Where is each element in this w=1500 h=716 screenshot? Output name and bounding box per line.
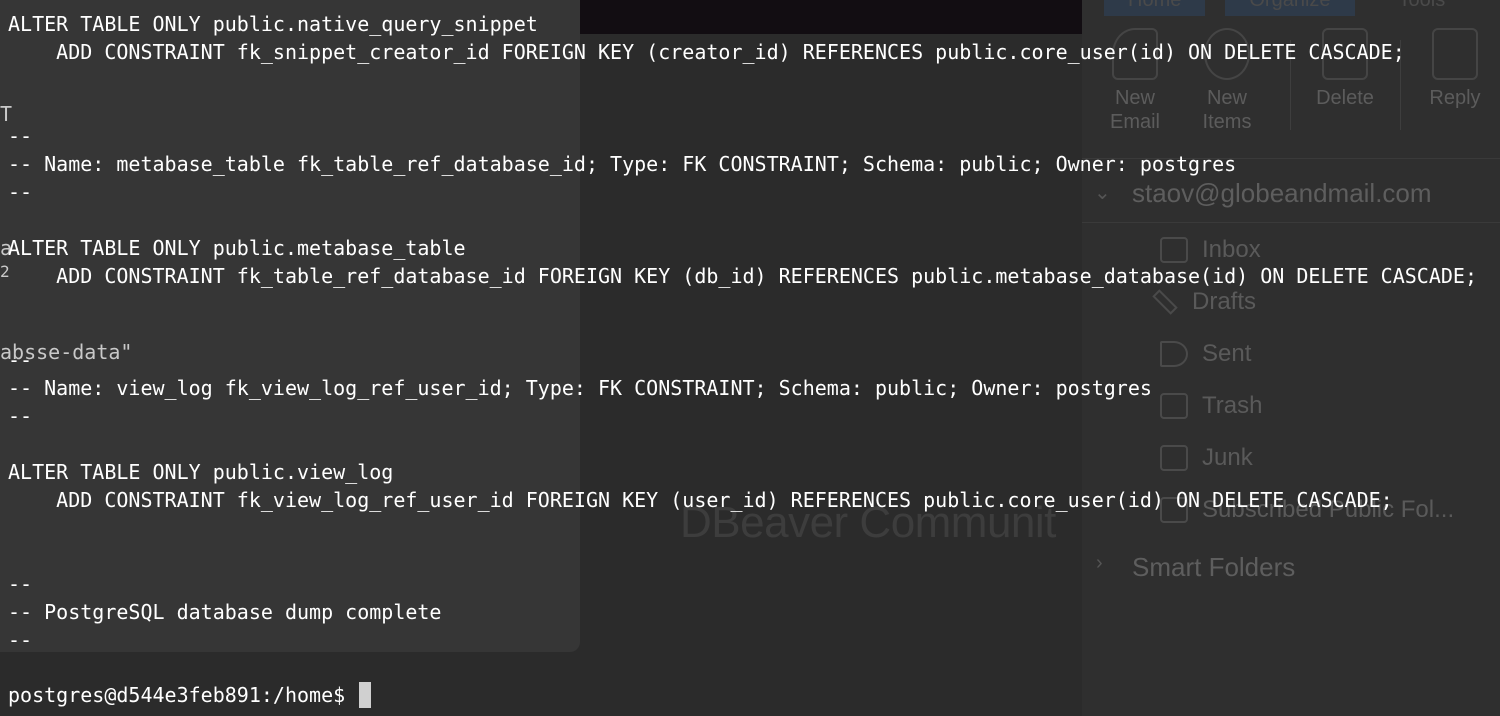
terminal-line: ADD CONSTRAINT fk_table_ref_database_id … <box>8 264 1478 288</box>
terminal-line: -- <box>8 348 33 372</box>
junk-icon <box>1160 445 1188 471</box>
terminal-line: -- <box>8 404 33 428</box>
chevron-right-icon[interactable]: › <box>1096 552 1103 575</box>
terminal-line: ADD CONSTRAINT fk_snippet_creator_id FOR… <box>8 40 1405 64</box>
chevron-down-icon[interactable]: ⌄ <box>1094 180 1111 205</box>
folder-label: Drafts <box>1192 288 1257 315</box>
mail-app-window: Home Organize Tools New Email New Items … <box>1082 0 1500 716</box>
delete-label: Delete <box>1316 87 1374 109</box>
terminal-line: -- <box>8 124 33 148</box>
tab-tools[interactable]: Tools <box>1375 0 1470 16</box>
folder-label: Inbox <box>1202 236 1261 263</box>
terminal-line: -- PostgreSQL database dump complete <box>8 600 442 624</box>
shell-prompt: postgres@d544e3feb891:/home$ <box>8 683 358 707</box>
terminal-line: ADD CONSTRAINT fk_view_log_ref_user_id F… <box>8 488 1393 512</box>
mail-account-name[interactable]: staov@globeandmail.com <box>1132 178 1432 209</box>
mail-ribbon-tabs: Home Organize Tools <box>1104 0 1469 16</box>
folder-label: Sent <box>1202 340 1252 367</box>
terminal-line: -- <box>8 180 33 204</box>
terminal-line: ALTER TABLE ONLY public.native_query_sni… <box>8 12 538 36</box>
new-email-label: New Email <box>1109 87 1160 133</box>
terminal-line: -- Name: metabase_table fk_table_ref_dat… <box>8 152 1237 176</box>
terminal-line: ALTER TABLE ONLY public.view_log <box>8 460 394 484</box>
terminal-line: -- <box>8 572 33 596</box>
background-editor-window: T a 2 absse-data" <box>0 0 580 652</box>
folder-sent[interactable]: Sent <box>1160 334 1251 374</box>
terminal-line: -- <box>8 628 33 652</box>
folder-junk[interactable]: Junk <box>1160 438 1253 478</box>
background-window-titlebar <box>580 0 1082 34</box>
folder-trash[interactable]: Trash <box>1160 386 1262 426</box>
trash-icon <box>1160 393 1188 419</box>
folder-label: Trash <box>1202 392 1263 419</box>
new-items-label: New Items <box>1202 87 1252 133</box>
tab-organize[interactable]: Organize <box>1225 0 1355 16</box>
account-divider <box>1082 222 1500 223</box>
text-cursor <box>359 682 372 708</box>
terminal-line: ALTER TABLE ONLY public.metabase_table <box>8 236 466 260</box>
smart-folders[interactable]: Smart Folders <box>1132 552 1295 583</box>
terminal-prompt-line[interactable]: postgres@d544e3feb891:/home$ <box>8 682 372 708</box>
inbox-icon <box>1160 237 1188 263</box>
sent-icon <box>1160 341 1188 367</box>
terminal-line: -- Name: view_log fk_view_log_ref_user_i… <box>8 376 1152 400</box>
reply-icon <box>1432 28 1478 80</box>
folder-label: Junk <box>1202 444 1253 471</box>
reply-button[interactable]: Reply <box>1410 28 1500 110</box>
tab-home[interactable]: Home <box>1104 0 1206 16</box>
drafts-icon <box>1152 289 1178 315</box>
reply-label: Reply <box>1429 87 1481 109</box>
